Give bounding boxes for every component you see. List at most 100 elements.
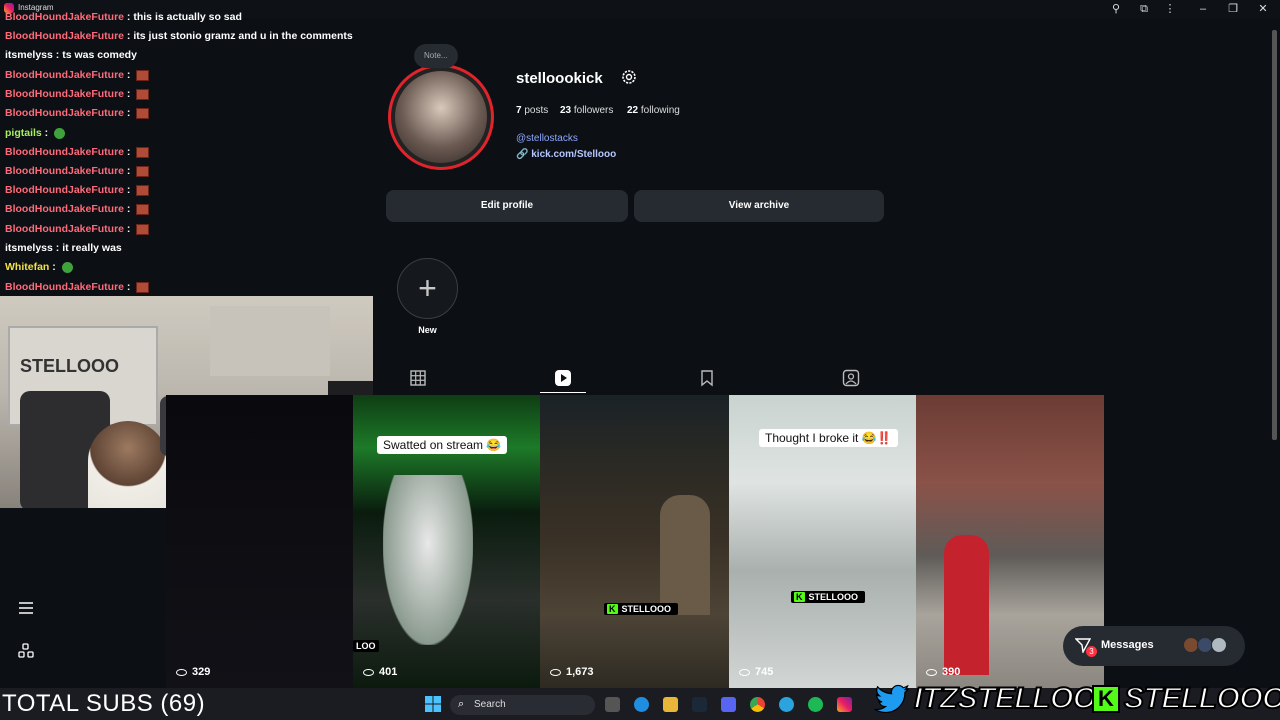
reel-item[interactable]: 329 (166, 395, 353, 688)
chat-username[interactable]: BloodHoundJakeFuture (5, 203, 124, 215)
steam-icon[interactable] (692, 697, 707, 712)
green-emote-icon (61, 261, 73, 273)
hamburger-menu-icon[interactable] (18, 601, 34, 615)
edit-profile-button[interactable]: Edit profile (386, 190, 628, 222)
saved-bookmark-icon[interactable] (697, 368, 717, 388)
zoom-icon[interactable]: ⚲ (1109, 2, 1123, 16)
chat-username[interactable]: BloodHoundJakeFuture (5, 223, 124, 235)
chat-username[interactable]: BloodHoundJakeFuture (5, 11, 124, 23)
chat-username[interactable]: BloodHoundJakeFuture (5, 184, 124, 196)
windows-start-icon[interactable] (425, 696, 441, 712)
telegram-icon[interactable] (779, 697, 794, 712)
file-explorer-icon[interactable] (663, 697, 678, 712)
chat-message: BloodHoundJakeFuture : (5, 278, 150, 296)
chat-username[interactable]: BloodHoundJakeFuture (5, 281, 124, 293)
settings-gear-icon[interactable] (621, 69, 637, 85)
note-bubble[interactable]: Note... (414, 44, 458, 68)
view-count: 745 (739, 666, 773, 678)
chat-username[interactable]: pigtails (5, 127, 42, 139)
messages-badge: 3 (1086, 646, 1097, 657)
view-count: 329 (176, 666, 210, 678)
chat-separator: : (52, 242, 63, 254)
view-count-value: 1,673 (566, 666, 594, 678)
taskbar-search[interactable]: Search (450, 695, 595, 715)
extensions-icon[interactable]: ⧉ (1137, 2, 1151, 16)
chat-username[interactable]: BloodHoundJakeFuture (5, 165, 124, 177)
kick-watermark: K STELLOOO (604, 603, 678, 615)
chat-username[interactable]: BloodHoundJakeFuture (5, 30, 124, 42)
chat-message: BloodHoundJakeFuture : this is actually … (5, 8, 242, 26)
scrollbar[interactable] (1272, 30, 1277, 440)
chat-username[interactable]: BloodHoundJakeFuture (5, 146, 124, 158)
new-highlight-label: New (418, 325, 437, 335)
chat-username[interactable]: itsmelyss (5, 242, 53, 254)
chat-separator: : (41, 127, 52, 139)
total-subs-overlay: TOTAL SUBS (69) (2, 690, 206, 717)
new-highlight-button[interactable]: + (397, 258, 458, 319)
close-button[interactable]: ✕ (1256, 2, 1270, 16)
following-stat[interactable]: 22 following (627, 105, 680, 116)
instagram-taskbar-icon[interactable] (837, 697, 852, 712)
view-count: 401 (363, 666, 397, 678)
red-emote-icon (136, 69, 150, 81)
maximize-button[interactable]: ❐ (1226, 2, 1240, 16)
chat-username[interactable]: BloodHoundJakeFuture (5, 107, 124, 119)
chat-separator: : (124, 88, 134, 100)
chat-text: this is actually so sad (133, 11, 242, 23)
kick-handle: STELLOOO (1123, 681, 1280, 716)
tagged-icon[interactable] (841, 368, 861, 388)
banner-text: STELLOOO (20, 356, 119, 376)
eye-icon (550, 668, 561, 676)
chat-text: it really was (62, 242, 122, 254)
view-count-value: 745 (755, 666, 774, 678)
task-view-icon[interactable] (605, 697, 620, 712)
avatar (1211, 637, 1227, 653)
reel-item[interactable]: K STELLOOO 1,673 (540, 395, 729, 688)
streamer (88, 421, 168, 508)
chat-text: ts was comedy (62, 49, 137, 61)
profile-avatar[interactable] (388, 64, 494, 170)
view-archive-button[interactable]: View archive (634, 190, 884, 222)
reels-tab-icon[interactable] (553, 368, 573, 388)
twitter-handle: ITZSTELLOO (913, 681, 1097, 716)
discord-icon[interactable] (721, 697, 736, 712)
threads-handle[interactable]: @stellostacks (516, 133, 578, 144)
chat-separator: : (124, 223, 134, 235)
chat-separator: : (124, 165, 134, 177)
eye-icon (926, 668, 937, 676)
reel-item[interactable]: Swatted on stream 😂 LOO 401 (353, 395, 540, 688)
chat-separator: : (124, 281, 134, 293)
chat-message: BloodHoundJakeFuture : (5, 200, 150, 218)
reel-figure (660, 495, 710, 615)
chrome-icon[interactable] (750, 697, 765, 712)
kick-watermark-text: STELLOOO (808, 592, 859, 602)
view-count-value: 329 (192, 666, 211, 678)
profile-link-text: kick.com/Stellooo (531, 149, 617, 160)
chat-username[interactable]: BloodHoundJakeFuture (5, 88, 124, 100)
red-emote-icon (136, 107, 150, 119)
kick-watermark-text: STELLOOO (621, 604, 672, 614)
edge-icon[interactable] (634, 697, 649, 712)
apps-icon[interactable] (18, 643, 34, 659)
red-emote-icon (136, 165, 150, 177)
chat-separator: : (52, 49, 63, 61)
spotify-icon[interactable] (808, 697, 823, 712)
chat-message: Whitefan : (5, 258, 73, 276)
red-emote-icon (136, 281, 150, 293)
view-count-value: 401 (379, 666, 398, 678)
search-icon: ⌕ (458, 698, 465, 710)
reel-item[interactable]: Thought I broke it 😂‼️ K STELLOOO 745 (729, 395, 916, 688)
chat-username[interactable]: BloodHoundJakeFuture (5, 69, 124, 81)
chat-separator: : (124, 107, 134, 119)
stream-chat: BloodHoundJakeFuture : this is actually … (0, 8, 375, 298)
followers-stat[interactable]: 23 followers (560, 105, 613, 116)
more-icon[interactable]: ⋮ (1163, 2, 1177, 16)
minimize-button[interactable]: – (1196, 2, 1210, 16)
chat-username[interactable]: itsmelyss (5, 49, 53, 61)
profile-link[interactable]: 🔗 kick.com/Stellooo (516, 149, 616, 160)
green-emote-icon (54, 127, 66, 139)
eye-icon (176, 668, 187, 676)
chat-username[interactable]: Whitefan (5, 261, 49, 273)
posts-grid-icon[interactable] (408, 368, 428, 388)
reel-figure (383, 475, 473, 645)
